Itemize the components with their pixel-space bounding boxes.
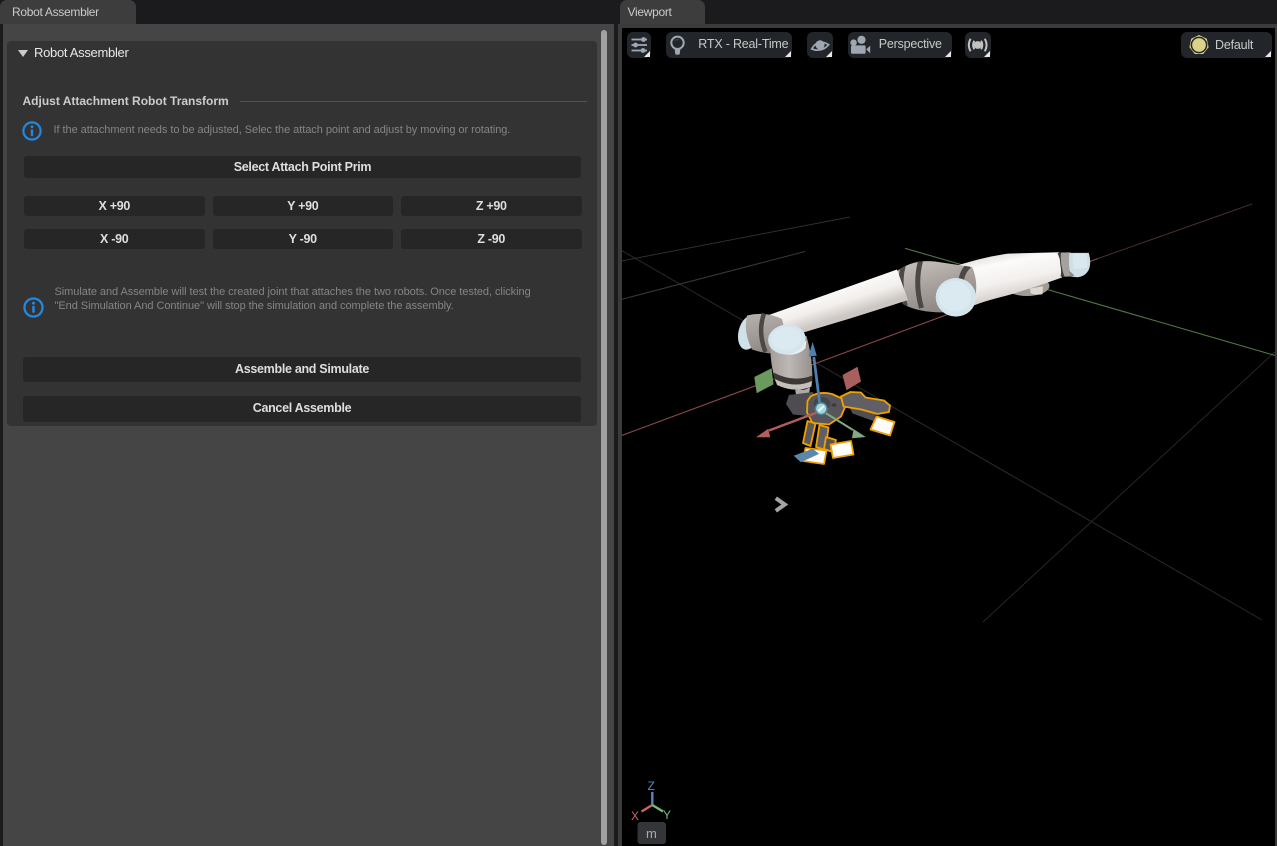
svg-text:m: m — [646, 826, 657, 841]
svg-text:Y: Y — [663, 808, 671, 822]
svg-text:Z: Z — [648, 779, 655, 793]
svg-text:X: X — [631, 809, 639, 823]
